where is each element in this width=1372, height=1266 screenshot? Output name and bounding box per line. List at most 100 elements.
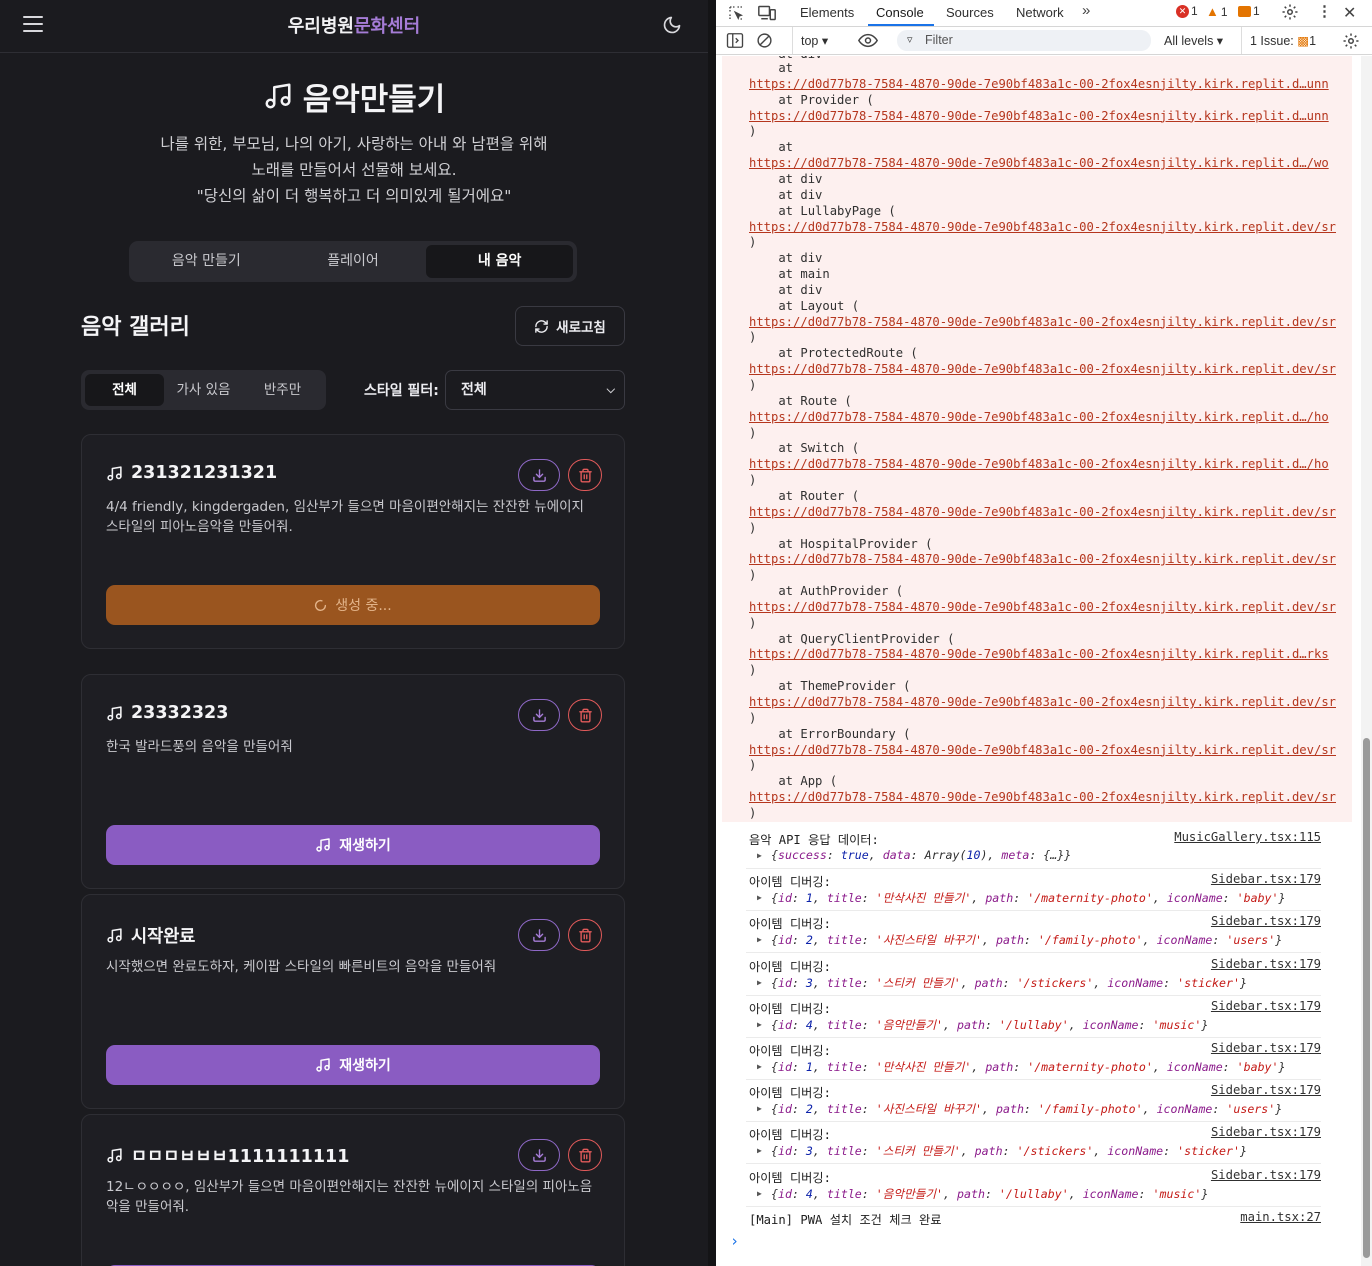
expand-triangle-icon[interactable]: ▶ [757,1146,762,1155]
tab-my-music[interactable]: 내 음악 [426,245,574,278]
console-scrollbar-thumb[interactable] [1363,738,1370,1258]
card-title: 231321231321 [106,463,277,483]
clear-console-icon[interactable] [756,32,773,49]
console-source-link[interactable]: Sidebar.tsx:179 [1211,1125,1321,1139]
download-icon [532,708,546,722]
console-object-preview[interactable]: {id: 3, title: '스티커 만들기', path: '/sticke… [771,975,1247,991]
inspect-element-icon[interactable] [727,4,745,22]
stack-source-link[interactable]: https://d0d77b78-7584-4870-90de-7e90bf48… [749,505,1336,519]
delete-button[interactable] [568,1139,602,1171]
stack-source-link[interactable]: https://d0d77b78-7584-4870-90de-7e90bf48… [749,315,1336,329]
delete-button[interactable] [568,459,602,491]
console-source-link[interactable]: Sidebar.tsx:179 [1211,872,1321,886]
stack-source-link[interactable]: https://d0d77b78-7584-4870-90de-7e90bf48… [749,156,1329,170]
download-button[interactable] [518,919,560,951]
expand-triangle-icon[interactable]: ▶ [757,1189,762,1198]
console-source-link[interactable]: Sidebar.tsx:179 [1211,957,1321,971]
console-source-link[interactable]: MusicGallery.tsx:115 [1174,830,1321,844]
log-levels-dropdown[interactable]: All levels ▾ [1164,33,1223,48]
console-source-link[interactable]: Sidebar.tsx:179 [1211,914,1321,928]
console-source-link[interactable]: Sidebar.tsx:179 [1211,1168,1321,1182]
devtools-tab-network[interactable]: Network [1016,5,1064,20]
stack-frame-line: at ThemeProvider ( [749,679,911,694]
stack-source-link[interactable]: https://d0d77b78-7584-4870-90de-7e90bf48… [749,109,1329,123]
stack-source-link[interactable]: https://d0d77b78-7584-4870-90de-7e90bf48… [749,743,1336,757]
info-count-badge[interactable]: 1 [1238,4,1260,18]
kebab-menu-icon[interactable]: ⋮ [1317,2,1332,20]
stack-source-link[interactable]: https://d0d77b78-7584-4870-90de-7e90bf48… [749,77,1329,91]
expand-triangle-icon[interactable]: ▶ [757,1104,762,1113]
download-button[interactable] [518,459,560,491]
tab-player[interactable]: 플레이어 [280,245,427,278]
app-scrollbar[interactable] [708,0,716,1266]
refresh-button[interactable]: 새로고침 [515,306,625,346]
dark-mode-moon-icon[interactable] [662,15,682,35]
card-title: 23332323 [106,703,228,723]
console-filter-input[interactable]: ▿ Filter [897,30,1151,51]
settings-gear-icon[interactable] [1281,3,1299,21]
error-count-badge[interactable]: ✕ 1 [1176,4,1198,18]
console-toolbar: top ▾ ▿ Filter All levels ▾ 1 Issue: ▩1 [716,27,1372,55]
expand-triangle-icon[interactable]: ▶ [757,1020,762,1029]
issues-counter[interactable]: 1 Issue: ▩1 [1250,33,1316,48]
console-object-preview[interactable]: {id: 2, title: '사진스타일 바꾸기', path: '/fami… [771,932,1282,948]
card-title-text: ㅁㅁㅁㅂㅂㅂ1111111111 [131,1147,350,1167]
brand-logo[interactable]: 우리병원문화센터 [0,12,708,38]
context-value: top [801,34,819,48]
close-devtools-icon[interactable]: ✕ [1343,3,1356,23]
warning-count: 1 [1220,4,1228,19]
filter-tab-all[interactable]: 전체 [85,374,164,406]
console-output: at div athttps://d0d77b78-7584-4870-90de… [716,56,1362,1266]
console-object-preview[interactable]: {id: 2, title: '사진스타일 바꾸기', path: '/fami… [771,1101,1282,1117]
style-filter-select[interactable]: 전체 ⌵ [445,370,625,410]
console-object-preview[interactable]: {id: 4, title: '음악만들기', path: '/lullaby'… [771,1017,1208,1033]
console-settings-gear-icon[interactable] [1342,32,1360,50]
stack-frame-line: ) [749,615,757,630]
issue-message-icon: ▩ [1297,34,1310,48]
console-object-preview[interactable]: {success: true, data: Array(10), meta: {… [771,848,1071,862]
devtools-tab-sources[interactable]: Sources [946,5,994,20]
console-source-link[interactable]: Sidebar.tsx:179 [1211,1041,1321,1055]
warning-count-badge[interactable]: ▲ 1 [1206,4,1228,19]
stack-source-link[interactable]: https://d0d77b78-7584-4870-90de-7e90bf48… [749,410,1329,424]
filter-tab-with-lyrics[interactable]: 가사 있음 [164,374,243,406]
expand-triangle-icon[interactable]: ▶ [757,1062,762,1071]
console-object-preview[interactable]: {id: 3, title: '스티커 만들기', path: '/sticke… [771,1143,1247,1159]
play-button[interactable]: 재생하기 [106,1045,600,1085]
lyrics-filter-tabs: 전체 가사 있음 반주만 [81,370,326,410]
console-object-preview[interactable]: {id: 1, title: '만삭사진 만들기', path: '/mater… [771,890,1286,906]
play-button[interactable]: 재생하기 [106,825,600,865]
download-button[interactable] [518,699,560,731]
context-selector[interactable]: top ▾ [801,33,828,48]
console-source-link[interactable]: Sidebar.tsx:179 [1211,1083,1321,1097]
download-button[interactable] [518,1139,560,1171]
stack-source-link[interactable]: https://d0d77b78-7584-4870-90de-7e90bf48… [749,600,1336,614]
devtools-tab-console[interactable]: Console [876,5,924,20]
stack-source-link[interactable]: https://d0d77b78-7584-4870-90de-7e90bf48… [749,220,1336,234]
stack-source-link[interactable]: https://d0d77b78-7584-4870-90de-7e90bf48… [749,457,1329,471]
stack-source-link[interactable]: https://d0d77b78-7584-4870-90de-7e90bf48… [749,362,1336,376]
delete-button[interactable] [568,919,602,951]
console-prompt[interactable]: › [730,1232,739,1250]
console-object-preview[interactable]: {id: 4, title: '음악만들기', path: '/lullaby'… [771,1186,1208,1202]
tab-make-music[interactable]: 음악 만들기 [133,245,280,278]
console-source-link[interactable]: Sidebar.tsx:179 [1211,999,1321,1013]
console-source-link[interactable]: main.tsx:27 [1240,1210,1321,1224]
expand-triangle-icon[interactable]: ▶ [757,935,762,944]
filter-tab-instrumental[interactable]: 반주만 [243,374,322,406]
stack-source-link[interactable]: https://d0d77b78-7584-4870-90de-7e90bf48… [749,790,1336,804]
delete-button[interactable] [568,699,602,731]
devtools-tab-elements[interactable]: Elements [800,5,854,20]
stack-source-link[interactable]: https://d0d77b78-7584-4870-90de-7e90bf48… [749,552,1336,566]
refresh-label: 새로고침 [556,320,606,336]
stack-source-link[interactable]: https://d0d77b78-7584-4870-90de-7e90bf48… [749,647,1329,661]
expand-triangle-icon[interactable]: ▶ [757,851,762,860]
expand-triangle-icon[interactable]: ▶ [757,893,762,902]
more-tabs-icon[interactable]: » [1082,2,1090,19]
device-toggle-icon[interactable] [757,4,777,22]
stack-source-link[interactable]: https://d0d77b78-7584-4870-90de-7e90bf48… [749,695,1336,709]
console-object-preview[interactable]: {id: 1, title: '만삭사진 만들기', path: '/mater… [771,1059,1286,1075]
sidebar-toggle-icon[interactable] [726,32,744,49]
expand-triangle-icon[interactable]: ▶ [757,978,762,987]
live-expression-eye-icon[interactable] [858,32,878,49]
